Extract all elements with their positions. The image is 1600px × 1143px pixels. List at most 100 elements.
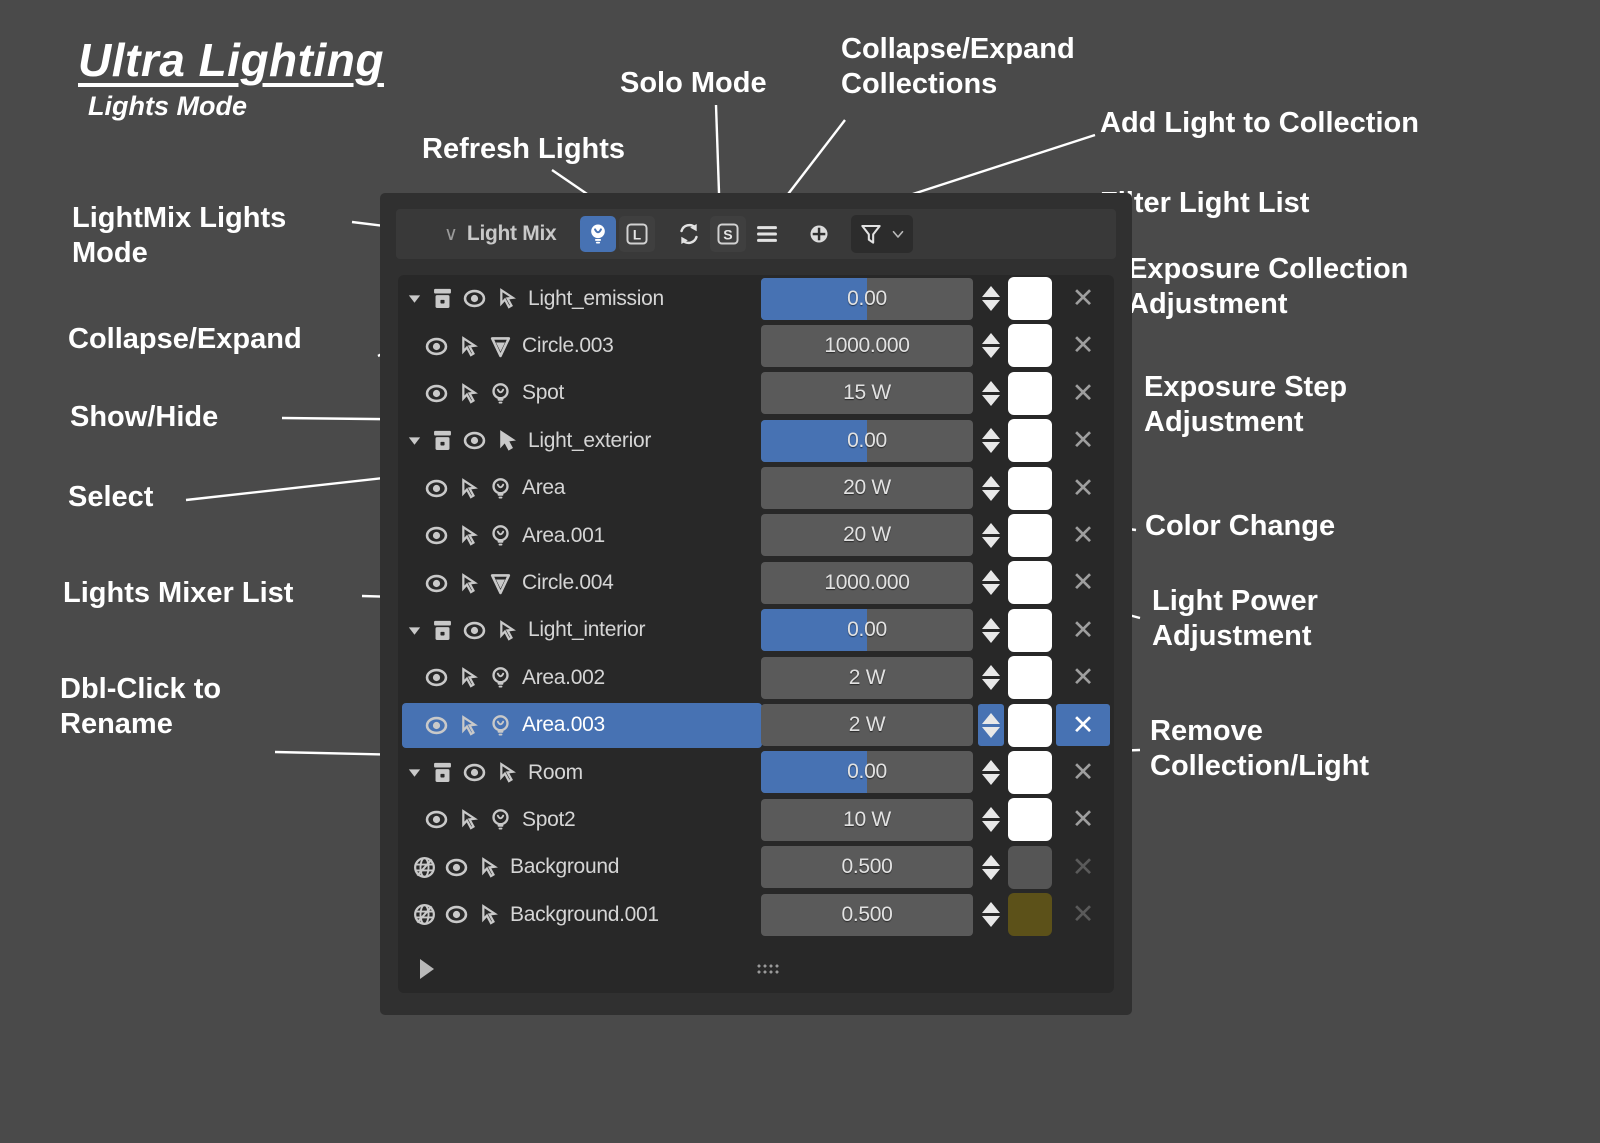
color-swatch[interactable] — [1008, 608, 1052, 652]
step-spinner[interactable] — [978, 609, 1004, 651]
row-label[interactable]: Background — [510, 855, 619, 879]
visibility-eye-icon[interactable] — [458, 425, 490, 457]
table-row-room[interactable]: Room 0.00 ✕ — [398, 749, 1114, 796]
visibility-eye-icon[interactable] — [420, 709, 452, 741]
remove-button[interactable]: ✕ — [1056, 325, 1110, 367]
color-swatch[interactable] — [1008, 277, 1052, 320]
visibility-eye-icon[interactable] — [420, 804, 452, 836]
table-row-light-emission[interactable]: Light_emission 0.00 ✕ — [398, 275, 1114, 322]
chevron-down-icon[interactable]: ∨ — [444, 225, 458, 244]
table-row-light-interior[interactable]: Light_interior 0.00 ✕ — [398, 607, 1114, 654]
spinner-up-icon[interactable] — [982, 333, 1000, 345]
remove-button[interactable]: ✕ — [1056, 751, 1110, 793]
remove-button[interactable]: ✕ — [1056, 372, 1110, 414]
row-name-cell[interactable]: Light_exterior — [402, 418, 762, 463]
color-swatch[interactable] — [1008, 798, 1052, 842]
color-swatch[interactable] — [1008, 893, 1052, 937]
step-spinner[interactable] — [978, 325, 1004, 367]
solo-mode-button[interactable]: S — [710, 216, 747, 252]
table-row-light-exterior[interactable]: Light_exterior 0.00 ✕ — [398, 417, 1114, 464]
exposure-slider[interactable]: 0.500 — [761, 846, 973, 889]
visibility-eye-icon[interactable] — [440, 899, 472, 931]
remove-button[interactable]: ✕ — [1056, 657, 1110, 699]
row-label[interactable]: Spot2 — [522, 808, 576, 832]
select-cursor-icon[interactable] — [452, 662, 484, 694]
remove-button[interactable]: ✕ — [1056, 704, 1110, 747]
visibility-eye-icon[interactable] — [440, 851, 472, 883]
table-row-circle-004[interactable]: Circle.004 1000.000 ✕ — [398, 559, 1114, 606]
color-swatch[interactable] — [1008, 371, 1052, 415]
spinner-up-icon[interactable] — [982, 759, 1000, 771]
collapse-expand-collections-button[interactable] — [749, 216, 785, 252]
spinner-down-icon[interactable] — [982, 584, 1000, 596]
exposure-slider[interactable]: 1000.000 — [761, 561, 973, 604]
exposure-slider[interactable]: 0.00 — [761, 751, 973, 794]
exposure-slider[interactable]: 20 W — [761, 467, 973, 510]
color-swatch[interactable] — [1008, 324, 1052, 368]
spinner-up-icon[interactable] — [982, 380, 1000, 392]
spinner-down-icon[interactable] — [982, 726, 1000, 738]
visibility-eye-icon[interactable] — [458, 757, 490, 789]
spinner-up-icon[interactable] — [982, 854, 1000, 866]
row-label[interactable]: Area.003 — [522, 713, 605, 737]
select-cursor-icon[interactable] — [472, 899, 504, 931]
step-spinner[interactable] — [978, 420, 1004, 462]
spinner-up-icon[interactable] — [982, 617, 1000, 629]
spinner-up-icon[interactable] — [982, 807, 1000, 819]
row-name-cell[interactable]: Area — [402, 466, 762, 511]
visibility-eye-icon[interactable] — [420, 520, 452, 552]
spinner-down-icon[interactable] — [982, 394, 1000, 406]
visibility-eye-icon[interactable] — [458, 614, 490, 646]
step-spinner[interactable] — [978, 657, 1004, 699]
row-label[interactable]: Light_interior — [528, 618, 646, 642]
spinner-down-icon[interactable] — [982, 868, 1000, 880]
table-row-circle-003[interactable]: Circle.003 1000.000 ✕ — [398, 322, 1114, 369]
table-row-area-001[interactable]: Area.001 20 W ✕ — [398, 512, 1114, 559]
row-name-cell[interactable]: Room — [402, 750, 762, 795]
color-swatch[interactable] — [1008, 845, 1052, 889]
filter-dropdown-button[interactable] — [887, 216, 909, 252]
disclosure-triangle-icon[interactable] — [402, 614, 426, 646]
expand-footer-icon[interactable] — [420, 959, 434, 979]
disclosure-triangle-icon[interactable] — [402, 757, 426, 789]
exposure-slider[interactable]: 2 W — [761, 656, 973, 699]
table-row-background[interactable]: Background 0.500 ✕ — [398, 844, 1114, 891]
remove-button[interactable]: ✕ — [1056, 420, 1110, 462]
row-label[interactable]: Spot — [522, 381, 564, 405]
lights-mixer-list[interactable]: Light_emission 0.00 ✕ Circle.003 1000.00… — [398, 275, 1114, 993]
refresh-lights-button[interactable] — [671, 216, 707, 252]
row-name-cell[interactable]: Area.002 — [402, 655, 762, 700]
exposure-slider[interactable]: 1000.000 — [761, 324, 973, 367]
select-cursor-icon[interactable] — [490, 283, 522, 315]
visibility-eye-icon[interactable] — [458, 283, 490, 315]
select-cursor-icon[interactable] — [490, 614, 522, 646]
row-name-cell[interactable]: Circle.004 — [402, 561, 762, 606]
spinner-up-icon[interactable] — [982, 475, 1000, 487]
select-cursor-icon[interactable] — [490, 757, 522, 789]
select-cursor-icon[interactable] — [452, 520, 484, 552]
select-cursor-icon[interactable] — [452, 472, 484, 504]
remove-button[interactable]: ✕ — [1056, 609, 1110, 651]
select-cursor-icon[interactable] — [452, 330, 484, 362]
disclosure-triangle-icon[interactable] — [402, 283, 426, 315]
step-spinner[interactable] — [978, 467, 1004, 509]
exposure-slider[interactable]: 15 W — [761, 372, 973, 415]
step-spinner[interactable] — [978, 562, 1004, 604]
spinner-up-icon[interactable] — [982, 286, 1000, 297]
spinner-down-icon[interactable] — [982, 442, 1000, 454]
table-row-area[interactable]: Area 20 W ✕ — [398, 465, 1114, 512]
spinner-down-icon[interactable] — [982, 679, 1000, 691]
remove-button[interactable]: ✕ — [1056, 514, 1110, 556]
spinner-down-icon[interactable] — [982, 916, 1000, 928]
table-row-area-003[interactable]: Area.003 2 W ✕ — [398, 702, 1114, 749]
step-spinner[interactable] — [978, 514, 1004, 556]
exposure-slider[interactable]: 0.00 — [761, 609, 973, 652]
color-swatch[interactable] — [1008, 656, 1052, 700]
select-cursor-icon[interactable] — [452, 709, 484, 741]
row-label[interactable]: Area.002 — [522, 666, 605, 690]
select-cursor-icon[interactable] — [490, 425, 522, 457]
spinner-up-icon[interactable] — [982, 428, 1000, 440]
row-name-cell[interactable]: Background — [402, 845, 762, 890]
select-cursor-icon[interactable] — [452, 804, 484, 836]
color-swatch[interactable] — [1008, 750, 1052, 794]
